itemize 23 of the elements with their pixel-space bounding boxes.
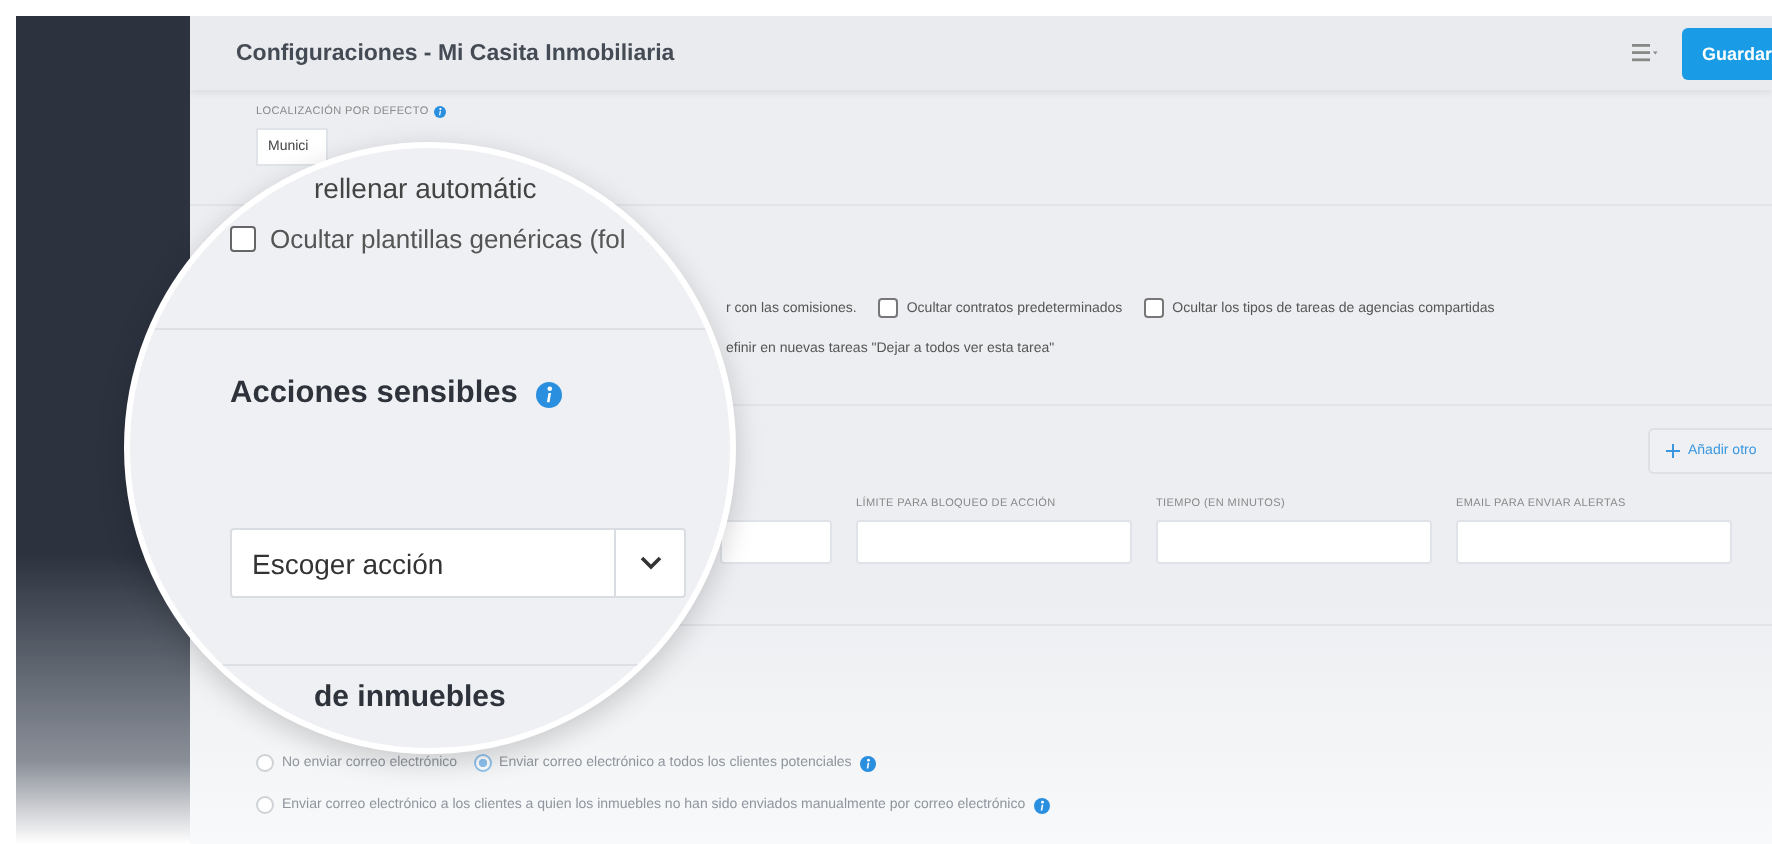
info-icon bbox=[535, 381, 562, 407]
input-field[interactable] bbox=[720, 520, 832, 564]
checkbox[interactable] bbox=[230, 226, 256, 252]
checkbox-label: Ocultar plantillas genéricas (fol bbox=[270, 224, 626, 254]
input-field[interactable] bbox=[856, 520, 1132, 564]
radio-button[interactable] bbox=[256, 796, 274, 814]
info-icon bbox=[1033, 797, 1050, 813]
radio-button[interactable] bbox=[256, 754, 274, 772]
plus-icon bbox=[1666, 444, 1680, 458]
input-field[interactable] bbox=[1456, 520, 1732, 564]
input-field[interactable] bbox=[1156, 520, 1432, 564]
action-select[interactable]: Escoger acción bbox=[230, 528, 686, 598]
autofill-label: rellenar automátic bbox=[314, 172, 537, 204]
radio-button[interactable] bbox=[473, 754, 492, 772]
info-icon bbox=[859, 755, 876, 771]
window-title: Configuraciones - Mi Casita Inmobiliaria bbox=[236, 41, 677, 65]
chevron-down-icon bbox=[639, 556, 661, 570]
checkbox[interactable] bbox=[1144, 298, 1165, 318]
checkbox[interactable] bbox=[878, 298, 899, 318]
info-icon bbox=[434, 106, 447, 118]
menu-icon[interactable] bbox=[1632, 44, 1658, 62]
section-title: Acciones sensibles bbox=[230, 376, 518, 412]
section-title: de inmuebles bbox=[314, 680, 506, 714]
